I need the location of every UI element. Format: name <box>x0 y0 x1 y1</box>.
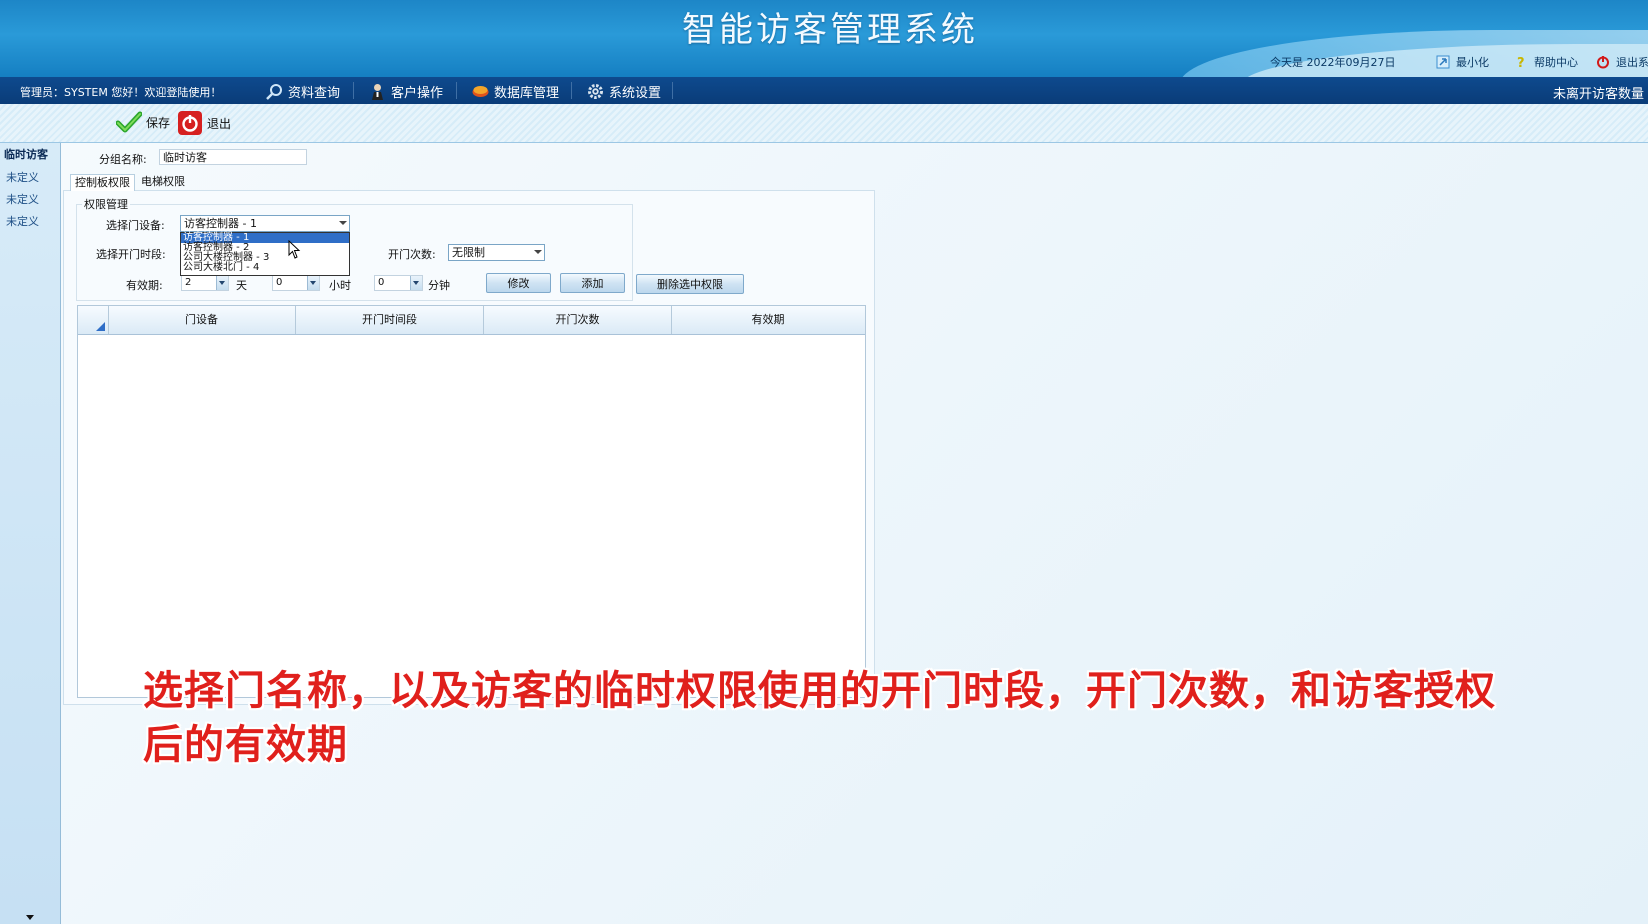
menu-separator <box>456 82 457 99</box>
user-icon <box>372 83 383 100</box>
spinner-arrow-icon[interactable] <box>216 276 228 290</box>
gear-icon <box>588 83 603 99</box>
svg-text:?: ? <box>1517 56 1525 69</box>
sidebar-header[interactable]: 临时访客 <box>4 146 48 162</box>
menu-item-database[interactable]: 数据库管理 <box>472 81 559 101</box>
modify-button[interactable]: 修改 <box>486 273 551 293</box>
exit-label: 退出 <box>207 116 232 131</box>
group-name-field[interactable]: 临时访客 <box>159 149 307 165</box>
video-subtitle: 选择门名称，以及访客的临时权限使用的开门时段，开门次数，和访客授权后的有效期 <box>143 668 1496 768</box>
spinner-arrow-icon[interactable] <box>410 276 422 290</box>
menu-bar: 管理员：SYSTEM 您好！欢迎登陆使用！ 资料查询 客户操作 数据库管理 系统… <box>0 77 1648 104</box>
chevron-down-icon[interactable] <box>26 915 34 920</box>
hours-unit: 小时 <box>329 279 351 292</box>
checkmark-icon <box>116 111 142 133</box>
help-button[interactable]: ? 帮助中心 <box>1514 54 1578 72</box>
door-select[interactable]: 访客控制器 - 1 <box>180 215 350 232</box>
menu-item-customer[interactable]: 客户操作 <box>369 81 443 101</box>
date-text: 今天是 2022年09月27日 <box>1270 56 1396 69</box>
minimize-label: 最小化 <box>1456 56 1489 69</box>
toolbar: 保存 退出 <box>0 104 1648 143</box>
menu-item-settings-label: 系统设置 <box>609 85 662 101</box>
exit-system-button[interactable]: 退出系 <box>1596 54 1648 72</box>
save-label: 保存 <box>146 115 171 130</box>
groupbox-title: 权限管理 <box>82 196 130 212</box>
column-header-door[interactable]: 门设备 <box>108 306 296 334</box>
days-spinner[interactable]: 2 <box>181 275 229 291</box>
minimize-icon <box>1436 55 1450 69</box>
chevron-down-icon <box>339 221 347 225</box>
minimize-button[interactable]: 最小化 <box>1436 54 1489 72</box>
open-count-select[interactable]: 无限制 <box>448 244 545 261</box>
open-count-label: 开门次数: <box>388 248 436 261</box>
menu-item-customer-label: 客户操作 <box>391 85 444 101</box>
menu-item-query-label: 资料查询 <box>288 85 341 101</box>
help-label: 帮助中心 <box>1534 56 1578 69</box>
menu-item-settings[interactable]: 系统设置 <box>587 81 661 101</box>
help-icon: ? <box>1517 56 1525 69</box>
spinner-arrow-icon[interactable] <box>307 276 319 290</box>
permission-table: 门设备 开门时间段 开门次数 有效期 <box>77 305 866 698</box>
power-icon <box>1597 56 1609 69</box>
save-button[interactable]: 保存 <box>116 111 170 133</box>
menu-separator <box>672 82 673 99</box>
tab-controller-permission[interactable]: 控制板权限 <box>70 174 135 191</box>
delete-selected-button[interactable]: 删除选中权限 <box>636 274 744 294</box>
visitor-count-label: 未离开访客数量 <box>1552 87 1644 102</box>
app-title: 智能访客管理系统 <box>682 10 978 50</box>
sidebar: 临时访客 未定义 未定义 未定义 <box>0 143 61 924</box>
days-value: 2 <box>185 277 192 288</box>
database-icon <box>472 85 489 97</box>
validity-label: 有效期: <box>126 279 163 292</box>
tab-elevator-permission[interactable]: 电梯权限 <box>137 174 189 190</box>
menu-separator <box>353 82 354 99</box>
select-all-corner[interactable] <box>78 306 109 334</box>
sidebar-item[interactable]: 未定义 <box>6 169 39 185</box>
power-icon <box>178 111 202 135</box>
sidebar-item[interactable]: 未定义 <box>6 191 39 207</box>
exit-button[interactable]: 退出 <box>178 111 231 135</box>
column-header-validity[interactable]: 有效期 <box>672 306 864 334</box>
days-unit: 天 <box>236 279 247 292</box>
sidebar-item[interactable]: 未定义 <box>6 213 39 229</box>
door-label: 选择门设备: <box>106 219 165 232</box>
minutes-spinner[interactable]: 0 <box>374 275 423 291</box>
hours-value: 0 <box>276 277 283 288</box>
column-header-open-count[interactable]: 开门次数 <box>484 306 672 334</box>
menu-separator <box>571 82 572 99</box>
group-name-label: 分组名称: <box>99 153 147 166</box>
hours-spinner[interactable]: 0 <box>272 275 320 291</box>
add-button[interactable]: 添加 <box>560 273 625 293</box>
menu-item-database-label: 数据库管理 <box>494 85 560 101</box>
dropdown-option[interactable]: 公司大楼北门 - 4 <box>181 263 349 273</box>
column-header-time-period[interactable]: 开门时间段 <box>296 306 484 334</box>
permission-tabs: 控制板权限 电梯权限 <box>70 174 191 191</box>
door-select-value: 访客控制器 - 1 <box>184 217 257 230</box>
menu-item-query[interactable]: 资料查询 <box>266 81 340 101</box>
header-banner: 智能访客管理系统 今天是 2022年09月27日 最小化 ? 帮助中心 退出系 <box>0 0 1648 77</box>
time-period-label: 选择开门时段: <box>96 248 166 261</box>
table-header: 门设备 开门时间段 开门次数 有效期 <box>78 306 865 335</box>
admin-greeting: 管理员：SYSTEM 您好！欢迎登陆使用！ <box>20 86 222 99</box>
door-dropdown-list: 访客控制器 - 1 访客控制器 - 2 公司大楼控制器 - 3 公司大楼北门 -… <box>180 232 350 276</box>
open-count-value: 无限制 <box>452 246 485 259</box>
exit-system-label: 退出系 <box>1616 56 1648 69</box>
chevron-down-icon <box>534 250 542 254</box>
minutes-value: 0 <box>378 277 385 288</box>
search-icon <box>266 83 282 100</box>
mouse-cursor-icon <box>288 240 301 259</box>
minutes-unit: 分钟 <box>428 279 450 292</box>
